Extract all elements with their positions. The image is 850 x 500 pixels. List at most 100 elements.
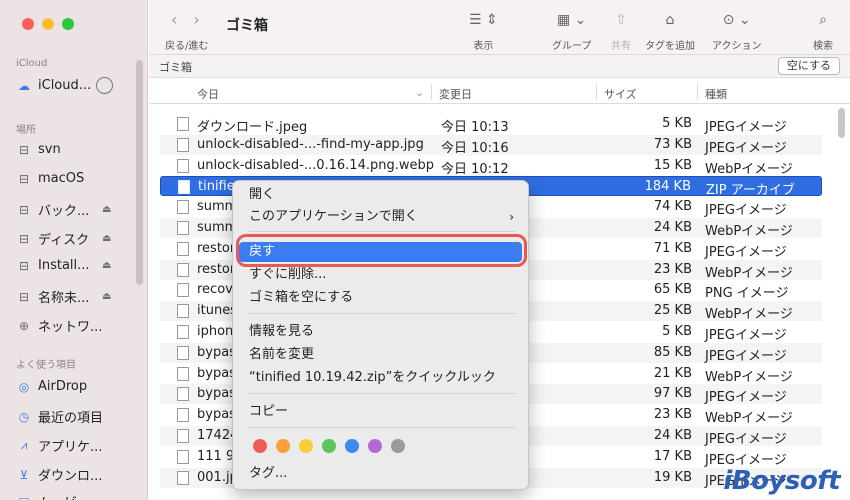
file-row[interactable]: unlock-disabled-...0.16.14.png.webp 今日 10… [160,156,822,177]
sidebar-item-install[interactable]: ⊟ Install... ⏏ [16,258,111,273]
menu-item-open-with[interactable]: このアプリケーションで開く › [249,207,516,227]
tag-icon: ⌂ [665,12,675,28]
menu-item-copy[interactable]: コピー [249,402,516,422]
file-icon [177,346,189,360]
file-icon [177,242,189,256]
context-menu: 開く このアプリケーションで開く › 戻す すぐに削除... ゴミ箱を空にする … [232,180,529,490]
drive-icon: ⊟ [18,142,30,157]
action-button[interactable]: ⊙ ⌄ アクション [712,10,762,52]
menu-item-open[interactable]: 開く [249,185,516,205]
sidebar-item-svn[interactable]: ⊟ svn [16,142,61,157]
sort-chevron-icon[interactable]: ⌄ [415,86,424,99]
menu-item-rename[interactable]: 名前を変更 [249,345,516,365]
sidebar-item-icloud-drive[interactable]: ☁ iCloud... [16,77,113,94]
search-label: 検索 [813,41,833,52]
sidebar-item-macos[interactable]: ⊟ macOS [16,171,84,186]
file-kind: JPEGイメージ [705,141,787,156]
file-icon [177,450,189,464]
zoom-window-button[interactable] [62,18,74,30]
file-size: 24 KB [653,428,692,443]
menu-item-delete-immediately[interactable]: すぐに削除... [249,265,516,285]
close-window-button[interactable] [22,18,34,30]
watermark-logo: iBoysoft [723,466,840,496]
eject-icon[interactable]: ⏏ [102,291,111,302]
column-name-header[interactable]: 今日 [197,86,219,102]
view-button[interactable]: ☰ ⇕ 表示 [469,10,498,52]
file-date: 今日 10:16 [441,141,509,156]
tag-color-dot[interactable] [368,439,382,453]
tag-color-dot[interactable] [253,439,267,453]
tag-color-dot[interactable] [276,439,290,453]
sidebar-item-downloads[interactable]: ⊻ ダウンロ... [16,465,103,485]
sidebar-item-label: macOS [38,171,85,186]
sidebar-item-applications[interactable]: ⩘ アプリケ... [16,436,103,455]
sidebar-item-movies[interactable]: ▤ ムービー [16,492,90,500]
file-kind: JPEGイメージ [705,203,787,218]
file-icon [177,200,189,214]
tag-color-dot[interactable] [322,439,336,453]
file-size: 74 KB [653,199,692,214]
column-size-header[interactable]: サイズ [604,86,637,102]
group-button[interactable]: ▦ ⌄ グループ [552,10,591,52]
add-tag-label: タグを追加 [645,41,695,52]
file-size: 85 KB [653,345,692,360]
file-name: bypas [197,386,236,401]
sidebar-item-disk[interactable]: ⊟ ディスク ⏏ [16,229,111,249]
file-size: 21 KB [653,366,692,381]
column-divider [697,84,698,100]
list-scrollbar[interactable] [838,108,845,138]
empty-trash-button[interactable]: 空にする [777,57,840,75]
chevron-left-icon[interactable]: ‹ [171,10,177,29]
file-icon [177,283,189,297]
file-name: tinifie [198,179,235,194]
sidebar-scrollbar[interactable] [136,60,143,285]
action-ellipsis-icon: ⊙ ⌄ [722,12,751,28]
sidebar-item-airdrop[interactable]: ◎ AirDrop [16,379,87,394]
file-size: 65 KB [653,282,692,297]
sidebar-item-backup[interactable]: ⊟ バック... ⏏ [16,200,111,220]
tag-color-dot[interactable] [299,439,313,453]
file-row[interactable]: ダウンロード.jpeg 今日 10:13 5 KB JPEGイメージ [160,114,822,135]
download-icon: ⊻ [19,467,29,482]
add-tag-button[interactable]: ⌂ タグを追加 [645,10,695,52]
sidebar-item-untitled[interactable]: ⊟ 名称未... ⏏ [16,287,111,307]
menu-item-quick-look[interactable]: “tinified 10.19.42.zip”をクイックルック [249,368,516,388]
file-size: 73 KB [653,137,692,152]
file-kind: WebPイメージ [705,266,793,281]
share-button[interactable]: ⇧ 共有 [611,10,631,52]
drive-icon: ⊟ [18,171,30,186]
file-kind: WebPイメージ [705,370,793,385]
chevron-right-icon[interactable]: › [193,10,199,29]
file-icon [177,221,189,235]
file-kind: WebPイメージ [705,162,793,177]
column-kind-header[interactable]: 種類 [705,86,727,102]
file-kind: WebPイメージ [705,224,793,239]
eject-icon[interactable]: ⏏ [102,204,111,215]
file-kind: JPEGイメージ [705,245,787,260]
menu-separator [249,231,516,232]
menu-item-get-info[interactable]: 情報を見る [249,322,516,342]
eject-icon[interactable]: ⏏ [102,260,111,271]
toolbar: ‹ › 戻る/進む ゴミ箱 ☰ ⇕ 表示 ▦ ⌄ グループ ⇧ 共有 ⌂ タグを… [149,0,850,55]
sidebar-item-network[interactable]: ⊕ ネットワ... [16,316,102,336]
search-button[interactable]: ⌕ 検索 [813,10,833,52]
file-name: recov [197,282,233,297]
eject-icon[interactable]: ⏏ [102,233,111,244]
drive-icon: ⊟ [18,231,30,246]
file-row[interactable]: unlock-disabled-...-find-my-app.jpg 今日 10… [160,135,822,156]
column-date-header[interactable]: 変更日 [439,86,472,102]
file-icon [177,117,189,131]
window-title: ゴミ箱 [226,18,268,34]
cloud-icon: ☁ [18,78,30,93]
file-name: iphon [197,324,234,339]
sidebar-item-label: iCloud... [38,78,92,93]
menu-item-empty-trash[interactable]: ゴミ箱を空にする [249,288,516,308]
movie-icon: ▤ [16,495,32,500]
tag-color-dot[interactable] [345,439,359,453]
drive-icon: ⊟ [18,258,30,273]
tag-color-dot[interactable] [391,439,405,453]
minimize-window-button[interactable] [42,18,54,30]
file-kind: JPEGイメージ [705,390,787,405]
sidebar-item-recents[interactable]: ◷ 最近の項目 [16,407,103,427]
menu-item-tags[interactable]: タグ... [249,464,516,484]
